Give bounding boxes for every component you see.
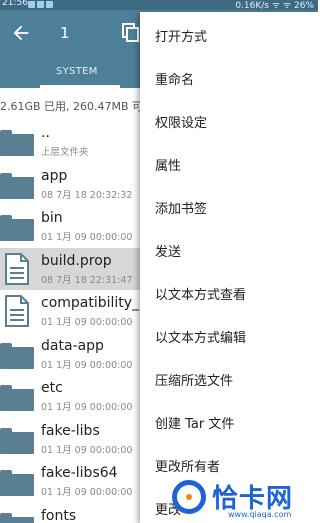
file-meta: 01 1月 09 00:00:00	[41, 359, 133, 371]
folder-icon	[0, 385, 34, 411]
file-meta: 01 1月 09 00:00:00	[41, 444, 133, 456]
watermark: 恰卡网 www.qiaqa.com	[172, 480, 318, 523]
menu-item[interactable]: 以文本方式编辑	[155, 327, 246, 346]
menu-item[interactable]: 重命名	[155, 69, 194, 88]
menu-item[interactable]: 压缩所选文件	[155, 370, 233, 389]
menu-item[interactable]: 发送	[155, 241, 181, 260]
menu-item[interactable]: 创建 Tar 文件	[155, 413, 234, 432]
file-name: compatibility_m	[41, 295, 153, 311]
folder-icon	[0, 130, 34, 156]
file-name: data-app	[41, 337, 104, 354]
screen: 21:56 0.16K/s ᯤ ᯤ 26% 1 SYSTEM 2.61GB 已用…	[0, 0, 318, 523]
storage-info: 2.61GB 已用, 260.47MB 可	[0, 98, 143, 114]
file-meta: 上层文件夹	[41, 147, 89, 158]
notification-icons	[28, 1, 53, 8]
tab-system[interactable]: SYSTEM	[56, 66, 98, 77]
file-name: app	[41, 167, 68, 184]
file-meta: 01 1月 09 00:00:00	[41, 317, 133, 328]
file-name: fake-libs64	[41, 465, 118, 481]
file-name: build.prop	[41, 252, 112, 269]
file-meta: 01 1月 09 00:00:00	[41, 402, 133, 413]
folder-icon	[0, 470, 34, 496]
selected-count: 1	[60, 24, 70, 42]
file-name: etc	[41, 380, 63, 396]
status-bar: 21:56 0.16K/s ᯤ ᯤ 26%	[0, 0, 318, 11]
menu-item[interactable]: 权限设定	[155, 112, 207, 131]
file-meta: 01 1月 09 00:00:00	[41, 487, 133, 498]
menu-item[interactable]: 属性	[155, 155, 181, 174]
notification-icon	[46, 1, 53, 8]
menu-item[interactable]: 以文本方式查看	[155, 284, 246, 303]
notification-icon	[37, 1, 44, 8]
folder-icon	[0, 427, 34, 454]
watermark-logo-icon	[172, 480, 206, 514]
file-name: bin	[41, 210, 63, 226]
file-meta: 08 7月 18 20:32:32	[41, 189, 133, 201]
file-name: ..	[41, 125, 50, 141]
menu-item[interactable]: 打开方式	[155, 26, 207, 45]
file-name: fonts	[41, 507, 77, 523]
file-name: fake-libs	[41, 422, 100, 439]
file-meta: 08 7月 18 22:31:47	[41, 274, 133, 286]
arrow-back-icon[interactable]	[10, 22, 32, 44]
notification-icon	[28, 1, 35, 8]
context-menu: 打开方式重命名权限设定属性添加书签发送以文本方式查看 以文本方式编辑 压缩所选文件创…	[140, 12, 318, 523]
menu-item[interactable]: 添加书签	[155, 198, 207, 217]
document-icon	[5, 252, 29, 285]
folder-icon	[0, 512, 34, 523]
menu-item[interactable]: 更改所有者	[155, 456, 220, 475]
copy-icon[interactable]	[122, 23, 140, 43]
status-time: 21:56	[2, 0, 28, 8]
file-meta: 01 1月 09 00:00:00	[41, 232, 133, 243]
storage-info-text: 2.61GB 已用, 260.47MB 可	[0, 100, 144, 113]
document-icon	[5, 295, 29, 327]
folder-icon	[0, 215, 34, 241]
watermark-domain: www.qiaqa.com	[228, 510, 292, 519]
folder-icon	[0, 172, 34, 199]
tab-indicator	[40, 85, 120, 88]
folder-icon	[0, 342, 34, 369]
